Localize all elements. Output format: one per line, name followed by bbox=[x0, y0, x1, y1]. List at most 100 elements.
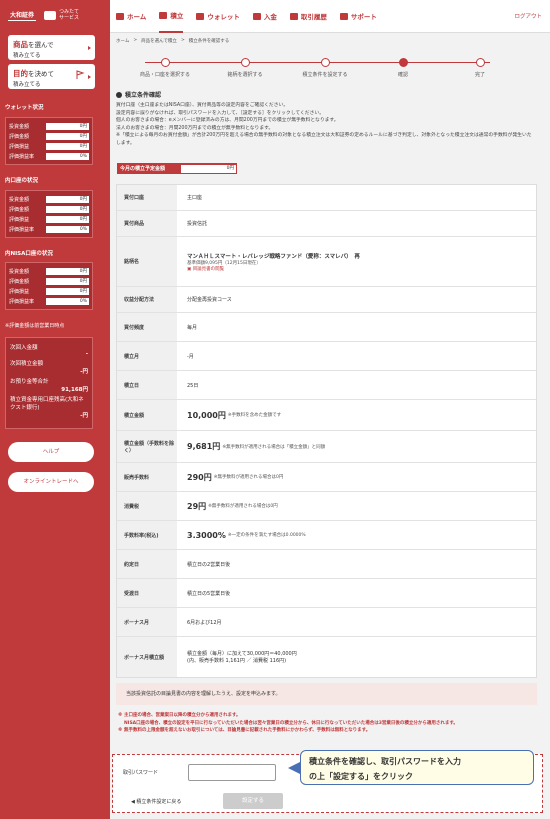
nav-deposit[interactable]: 入金 bbox=[252, 0, 277, 33]
breadcrumb-select[interactable]: 商品を選んで積立 bbox=[141, 38, 177, 44]
password-input[interactable] bbox=[188, 764, 276, 781]
table-row: ボーナス月 6月および12月 bbox=[117, 608, 536, 637]
row-header: ボーナス月積立額 bbox=[117, 637, 177, 677]
amount-ex-value: 9,681円 bbox=[187, 442, 221, 451]
row-header: 積立日 bbox=[117, 371, 177, 399]
wallet-v: 0円 bbox=[46, 122, 89, 130]
row-value: 積立日の5営業日後 bbox=[187, 590, 231, 597]
bank-balance-label: 積立資金専用口座残高(大和ネクスト銀行) bbox=[10, 397, 84, 411]
nisa-v: 0円 bbox=[46, 267, 89, 275]
row-value: 分配金再投資コース bbox=[187, 297, 232, 303]
bonus-amount-line1: 積立金額（毎月）に加えて30,000円＝40,000円 bbox=[187, 651, 297, 657]
tsumitate-mark-icon bbox=[44, 10, 57, 20]
row-value: 25日 bbox=[187, 382, 199, 389]
history-icon bbox=[289, 12, 298, 20]
row-header: 受渡日 bbox=[117, 579, 177, 607]
back-to-settings-link[interactable]: ◀ 積立条件設定に戻る bbox=[131, 798, 181, 805]
dom-k: 投資金額 bbox=[9, 196, 30, 203]
table-row: 買付商品 投資信託 bbox=[117, 211, 536, 237]
section-title-text: 積立条件確認 bbox=[125, 92, 162, 99]
nisa-v: 0円 bbox=[46, 277, 89, 285]
online-trade-button[interactable]: オンライントレードへ bbox=[8, 472, 94, 492]
nav-support[interactable]: サポート bbox=[339, 0, 377, 33]
row-value: 積立日の2営業日後 bbox=[187, 561, 231, 568]
btn1-main: 商品 bbox=[13, 40, 28, 49]
table-row: 積立日 25日 bbox=[117, 371, 536, 400]
nav-tsumitate[interactable]: 積立 bbox=[159, 0, 184, 33]
wallet-k: 評価損益率 bbox=[9, 153, 35, 160]
row-header: 収益分配方法 bbox=[117, 287, 177, 312]
btn1-sub: 積み立てる bbox=[13, 53, 41, 59]
step-dot bbox=[320, 58, 330, 67]
description: 買付口座（主口座またはNISA口座）、買付商品等の設定内容をご確認ください。 設… bbox=[116, 102, 536, 147]
prospectus-link[interactable]: ▣ 目論見書の閲覧 bbox=[187, 266, 536, 272]
row-value: 主口座 bbox=[187, 195, 203, 201]
table-row: 積立金額 10,000円 ※手数料を含めた金額です bbox=[117, 400, 536, 431]
deposit-icon bbox=[252, 12, 261, 20]
sidebar: 大和証券 つみたて サービス 商品を選んで 積み立てる 目的を決めて 積み立てる … bbox=[0, 0, 110, 819]
nisa-k: 評価損益 bbox=[9, 288, 30, 295]
help-button[interactable]: ヘルプ bbox=[8, 442, 94, 462]
step-label: 完了 bbox=[474, 72, 485, 78]
nav-history[interactable]: 取引履歴 bbox=[289, 0, 327, 33]
table-row: 収益分配方法 分配金再投資コース bbox=[117, 287, 536, 313]
nav-deposit-label: 入金 bbox=[263, 13, 277, 21]
step-dot bbox=[475, 58, 485, 67]
row-header: 買付商品 bbox=[117, 211, 177, 236]
nav-home-label: ホーム bbox=[127, 13, 147, 21]
dom-k: 評価損益率 bbox=[9, 226, 35, 233]
nav-wallet[interactable]: ウォレット bbox=[196, 0, 240, 33]
wallet-k: 投資金額 bbox=[9, 123, 30, 130]
monthly-value: 0円 bbox=[181, 164, 236, 173]
step-1: 商品・口座を選択する bbox=[135, 58, 195, 78]
bank-balance-value: -円 bbox=[80, 413, 88, 419]
fee-value: 290円 bbox=[187, 472, 212, 482]
wallet-k: 評価金額 bbox=[9, 133, 30, 140]
wallet-v: 0円 bbox=[46, 132, 89, 140]
select-goal-button[interactable]: 目的を決めて 積み立てる bbox=[8, 64, 95, 89]
tsumitate-logo[interactable]: つみたて サービス bbox=[44, 9, 79, 21]
section-title: 積立条件確認 bbox=[116, 90, 161, 99]
row-header: 積立金額 bbox=[117, 400, 177, 430]
wallet-k: 評価損益 bbox=[9, 143, 30, 150]
support-icon bbox=[339, 12, 348, 20]
select-product-button[interactable]: 商品を選んで 積み立てる bbox=[8, 35, 95, 60]
step-dot bbox=[240, 58, 250, 67]
table-row: 約定日 積立日の2営業日後 bbox=[117, 550, 536, 579]
amount-ex-note: ※無手数料が適用される場合は「積立金額」と同額 bbox=[222, 444, 326, 450]
btn1-suffix: を選んで bbox=[28, 41, 54, 49]
table-row: 手数料率(税込) 3.3000% ※一定の条件を満たす場合は0.0000% bbox=[117, 521, 536, 550]
row-header: 買付口座 bbox=[117, 185, 177, 210]
next-deposit-value: - bbox=[85, 351, 88, 357]
step-2: 銘柄を選択する bbox=[215, 58, 275, 78]
row-header: 積立金額（手数料を除く） bbox=[117, 431, 177, 462]
logo-line2: サービス bbox=[59, 15, 80, 21]
next-deposit-label: 次回入金額 bbox=[10, 345, 38, 351]
table-row: 買付頻度 毎月 bbox=[117, 313, 536, 342]
logout-link[interactable]: ログアウト bbox=[514, 12, 542, 20]
desc-line: 買付口座（主口座またはNISA口座）、買付商品等の設定内容をご確認ください。 bbox=[116, 103, 289, 108]
breadcrumb-home[interactable]: ホーム bbox=[116, 38, 129, 44]
amount-value: 10,000円 bbox=[187, 410, 226, 420]
nisa-k: 評価金額 bbox=[9, 278, 30, 285]
note-line: NISA口座の場合、積立の設定を平日に行なっていただいた場合は翌々営業日の積立分… bbox=[124, 720, 458, 726]
step-label: 銘柄を選択する bbox=[227, 72, 263, 78]
table-row: 受渡日 積立日の5営業日後 bbox=[117, 579, 536, 608]
nav-home[interactable]: ホーム bbox=[116, 0, 146, 33]
callout-line1: 積立条件を確認し、取引パスワードを入力 bbox=[309, 757, 461, 766]
dom-v: 0% bbox=[46, 225, 89, 233]
dom-k: 評価損益 bbox=[9, 216, 30, 223]
chevron-right-icon bbox=[88, 45, 91, 50]
deposit-total-label: お預り金等合計 bbox=[10, 379, 49, 385]
bar-chart-icon bbox=[159, 11, 168, 19]
desc-line: ※「積立による毎月のお買付金額」が合計200万円を超える場合の無手数料の対象とな… bbox=[116, 133, 532, 146]
daiwa-logo[interactable]: 大和証券 bbox=[8, 9, 37, 21]
monthly-plan: 今月の積立予定金額 0円 bbox=[117, 163, 237, 174]
top-nav: ホーム 積立 ウォレット 入金 取引履歴 サポート ログアウト bbox=[110, 0, 550, 33]
step-4-current: 確認 bbox=[373, 58, 433, 78]
nisa-status-title: 内NISA口座の状況 bbox=[5, 251, 53, 257]
domestic-status-title: 内口座の状況 bbox=[5, 178, 39, 184]
set-button[interactable]: 設定する bbox=[223, 793, 283, 809]
instruction-callout: 積立条件を確認し、取引パスワードを入力 の上「設定する」をクリック bbox=[300, 750, 534, 785]
bullet-icon bbox=[116, 91, 122, 98]
